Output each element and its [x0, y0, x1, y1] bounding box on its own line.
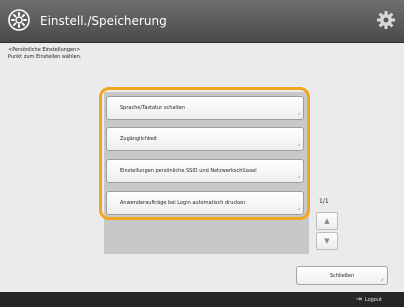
status-bar: ⇥ Logout — [0, 292, 404, 307]
close-button[interactable]: Schließen ⌟ — [296, 266, 388, 285]
list-item-accessibility[interactable]: Zugänglichkeit ⌟ — [106, 127, 304, 151]
list-item-auto-print-on-login[interactable]: Anwenderaufträge bei Login automatisch d… — [106, 191, 304, 215]
instruction-hint: Punkt zum Einstellen wählen. — [8, 54, 82, 60]
page-indicator: 1/1 — [319, 198, 329, 205]
close-button-label: Schließen — [329, 273, 355, 279]
logout-button[interactable]: ⇥ Logout — [356, 295, 382, 305]
logout-label: Logout — [364, 297, 382, 303]
list-item-label: Anwenderaufträge bei Login automatisch d… — [120, 200, 246, 206]
chevron-up-icon: ▲ — [324, 217, 330, 225]
list-item-language-keyboard[interactable]: Sprache/Tastatur schalten ⌟ — [106, 96, 304, 120]
corner-arrow-icon: ⌟ — [297, 173, 300, 179]
logout-icon: ⇥ — [356, 295, 362, 303]
instruction-heading: <Persönliche Einstellungen> — [8, 47, 81, 53]
corner-arrow-icon: ⌟ — [380, 275, 383, 282]
corner-arrow-icon: ⌟ — [297, 205, 300, 211]
list-item-label: Zugänglichkeit — [120, 136, 158, 142]
scroll-down-button[interactable]: ▼ — [316, 232, 338, 250]
settings-app-icon — [8, 9, 30, 31]
instruction-text: <Persönliche Einstellungen> Punkt zum Ei… — [8, 47, 81, 61]
gear-icon[interactable] — [376, 10, 396, 30]
scroll-up-button[interactable]: ▲ — [316, 212, 338, 230]
list-item-label: Sprache/Tastatur schalten — [120, 105, 186, 111]
page-title: Einstell./Speicherung — [40, 14, 167, 28]
chevron-down-icon: ▼ — [324, 237, 330, 245]
list-item-ssid-network-key[interactable]: Einstellungen persönliche SSID und Netzw… — [106, 159, 304, 183]
corner-arrow-icon: ⌟ — [297, 110, 300, 116]
corner-arrow-icon: ⌟ — [297, 141, 300, 147]
title-bar: Einstell./Speicherung — [0, 0, 404, 43]
list-item-label: Einstellungen persönliche SSID und Netzw… — [120, 168, 257, 174]
